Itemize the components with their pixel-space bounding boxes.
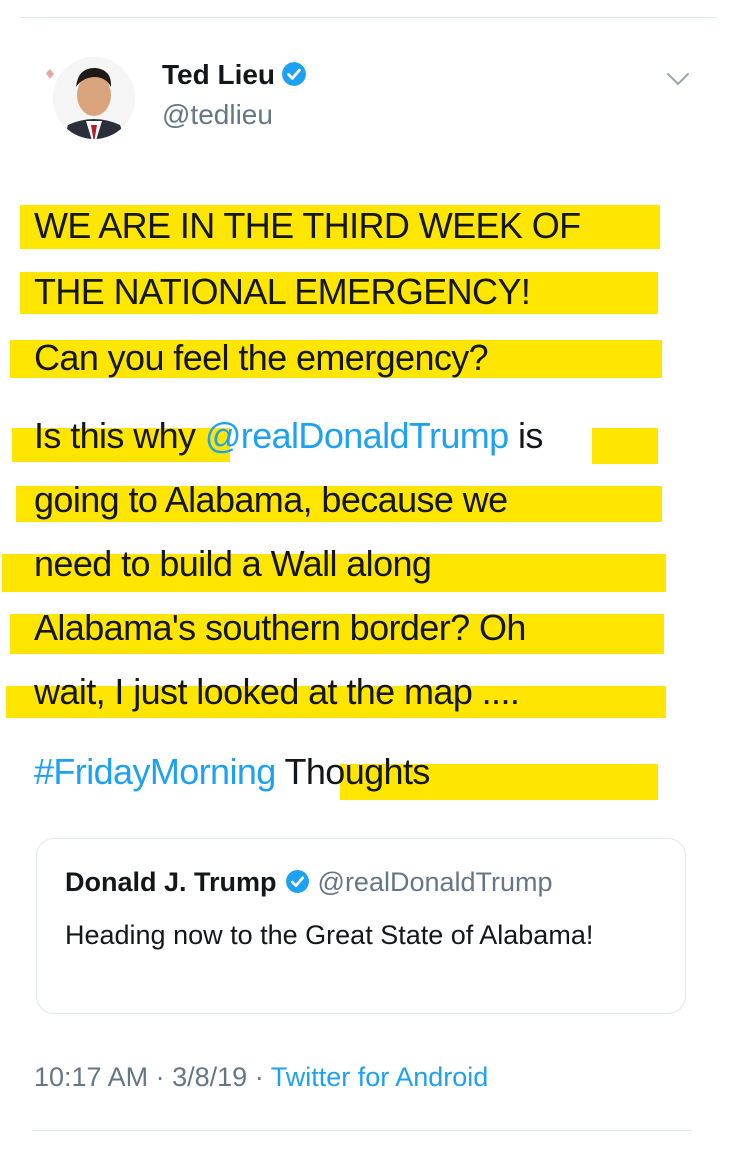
- tweet-line: THE NATIONAL EMERGENCY!: [34, 271, 531, 312]
- quoted-author-name: Donald J. Trump: [65, 867, 277, 897]
- avatar[interactable]: [40, 43, 136, 153]
- tweet-line: #FridayMorning Thoughts: [34, 751, 430, 792]
- quoted-tweet-card[interactable]: Donald J. Trump @realDonaldTrump Heading …: [36, 838, 686, 1014]
- tweet-line: WE ARE IN THE THIRD WEEK OF: [34, 205, 581, 246]
- top-divider: [20, 17, 718, 18]
- verified-badge-icon: [285, 870, 309, 893]
- chevron-down-icon[interactable]: [666, 70, 690, 88]
- author-name[interactable]: Ted Lieu: [162, 58, 307, 92]
- quoted-author: Donald J. Trump @realDonaldTrump: [65, 867, 553, 898]
- tweet-metadata: 10:17 AM · 3/8/19 · Twitter for Android: [34, 1062, 488, 1093]
- tweet-line: Is this why @realDonaldTrump is: [34, 415, 543, 456]
- tweet-date[interactable]: 3/8/19: [172, 1062, 247, 1092]
- quoted-author-handle: @realDonaldTrump: [317, 867, 553, 897]
- tweet-time[interactable]: 10:17 AM: [34, 1062, 148, 1092]
- separator: ·: [155, 1062, 165, 1092]
- quoted-tweet-text: Heading now to the Great State of Alabam…: [65, 920, 594, 950]
- tweet-line: going to Alabama, because we: [34, 479, 508, 520]
- tweet-line: need to build a Wall along: [34, 543, 432, 584]
- tweet-line: Alabama's southern border? Oh: [34, 607, 526, 648]
- text-highlight: [592, 428, 658, 464]
- tweet-line: Can you feel the emergency?: [34, 337, 489, 378]
- bottom-divider: [32, 1130, 692, 1131]
- verified-badge-icon: [282, 62, 306, 86]
- tweet-source-link[interactable]: Twitter for Android: [271, 1062, 489, 1092]
- author-handle[interactable]: @tedlieu: [162, 98, 273, 132]
- hashtag-link[interactable]: #FridayMorning: [34, 751, 276, 792]
- tweet-line: wait, I just looked at the map ....: [34, 671, 520, 712]
- separator: ·: [254, 1062, 264, 1092]
- mention-link[interactable]: @realDonaldTrump: [205, 415, 509, 456]
